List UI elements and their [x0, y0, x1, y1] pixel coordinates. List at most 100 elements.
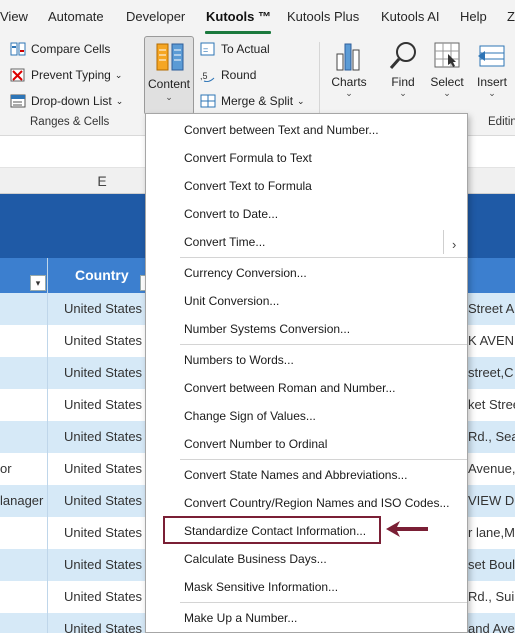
- group-label-editing: Editin: [488, 116, 515, 128]
- prevent-typing-button[interactable]: Prevent Typing ⌄: [10, 68, 122, 82]
- cell-address[interactable]: Rd., Sui: [468, 589, 514, 604]
- find-label: Find: [391, 75, 415, 89]
- ribbon-tab-bar: View Automate Developer Kutools ™ Kutool…: [0, 0, 515, 36]
- cell-country[interactable]: United States: [64, 429, 142, 444]
- menu-item-business-days[interactable]: Calculate Business Days...: [184, 552, 327, 566]
- charts-button[interactable]: Charts ⌄: [330, 40, 368, 99]
- to-actual-button[interactable]: = To Actual: [200, 42, 270, 56]
- round-label: Round: [221, 68, 257, 82]
- search-icon: [389, 42, 416, 69]
- cell-country[interactable]: United States: [64, 589, 142, 604]
- chevron-down-icon: ⌄: [488, 88, 496, 98]
- cell-country[interactable]: United States: [64, 525, 142, 540]
- content-button[interactable]: Content ⌄: [144, 36, 194, 115]
- cell-country[interactable]: United States: [64, 333, 142, 348]
- to-actual-icon: =: [200, 42, 216, 56]
- charts-label: Charts: [331, 75, 367, 89]
- bar-chart-icon: [336, 43, 360, 71]
- cell-country[interactable]: United States: [64, 397, 142, 412]
- cell-address[interactable]: Street A: [468, 301, 514, 316]
- menu-item-number-systems-conversion[interactable]: Number Systems Conversion...: [184, 322, 350, 336]
- menu-item-country-region-iso[interactable]: Convert Country/Region Names and ISO Cod…: [184, 496, 449, 510]
- column-header-e[interactable]: E: [47, 168, 157, 194]
- annotation-arrow-icon: [386, 521, 428, 537]
- menu-separator: [180, 459, 467, 460]
- dropdown-list-button[interactable]: Drop-down List ⌄: [10, 94, 123, 108]
- menu-item-mask-sensitive[interactable]: Mask Sensitive Information...: [184, 580, 338, 594]
- group-label-ranges-cells: Ranges & Cells: [30, 116, 110, 128]
- prevent-typing-label: Prevent Typing: [31, 68, 111, 82]
- dropdown-list-icon: [10, 94, 26, 108]
- chevron-down-icon: ⌄: [297, 95, 305, 106]
- cell-country[interactable]: United States: [64, 461, 142, 476]
- tab-overflow[interactable]: Z: [507, 9, 515, 24]
- dropdown-list-label: Drop-down List: [31, 94, 112, 108]
- tab-kutools-ai[interactable]: Kutools AI: [381, 9, 440, 24]
- tab-view[interactable]: View: [0, 9, 28, 24]
- chevron-down-icon: ⌄: [443, 88, 451, 98]
- cell-address[interactable]: street,C: [468, 365, 514, 380]
- cell-left[interactable]: or: [0, 461, 12, 476]
- merge-split-button[interactable]: Merge & Split ⌄: [200, 94, 305, 108]
- chevron-right-icon[interactable]: ›: [452, 237, 456, 252]
- content-dropdown-menu: Convert between Text and Number... Conve…: [145, 113, 468, 633]
- cell-address[interactable]: VIEW D: [468, 493, 514, 508]
- insert-label: Insert: [476, 75, 507, 89]
- content-icon: [156, 43, 184, 71]
- cell-country[interactable]: United States: [64, 493, 142, 508]
- menu-item-convert-text-number[interactable]: Convert between Text and Number...: [184, 123, 379, 137]
- cell-address[interactable]: K AVENU: [468, 333, 515, 348]
- find-button[interactable]: Find ⌄: [386, 40, 420, 99]
- menu-item-convert-time[interactable]: Convert Time...: [184, 235, 265, 249]
- menu-item-roman-number[interactable]: Convert between Roman and Number...: [184, 381, 395, 395]
- tab-help[interactable]: Help: [460, 9, 487, 24]
- chevron-down-icon: ⌄: [345, 88, 353, 98]
- cell-address[interactable]: set Boule: [468, 557, 515, 572]
- compare-cells-icon: [10, 42, 26, 56]
- cell-address[interactable]: Avenue,: [468, 461, 515, 476]
- insert-icon: [478, 45, 505, 67]
- tab-kutools-plus[interactable]: Kutools Plus: [287, 9, 359, 24]
- content-label: Content: [147, 77, 191, 91]
- cell-country[interactable]: United States: [64, 557, 142, 572]
- submenu-divider: [443, 230, 444, 254]
- tab-automate[interactable]: Automate: [48, 9, 104, 24]
- select-button[interactable]: Select ⌄: [428, 40, 466, 99]
- compare-cells-button[interactable]: Compare Cells: [10, 42, 110, 56]
- menu-separator: [180, 344, 467, 345]
- round-button[interactable]: ,5 Round: [200, 68, 257, 83]
- menu-separator: [180, 257, 467, 258]
- header-country[interactable]: Country: [75, 267, 129, 283]
- menu-item-convert-formula-to-text[interactable]: Convert Formula to Text: [184, 151, 312, 165]
- menu-item-unit-conversion[interactable]: Unit Conversion...: [184, 294, 279, 308]
- cell-address[interactable]: Rd., Sea: [468, 429, 515, 444]
- menu-item-convert-to-date[interactable]: Convert to Date...: [184, 207, 278, 221]
- to-actual-label: To Actual: [221, 42, 270, 56]
- prevent-typing-icon: [10, 68, 26, 82]
- cell-address[interactable]: and Ave: [468, 621, 515, 633]
- cell-address[interactable]: r lane,Mi: [468, 525, 515, 540]
- column-divider: [47, 258, 48, 633]
- menu-item-standardize-contact[interactable]: Standardize Contact Information...: [184, 524, 366, 538]
- tab-developer[interactable]: Developer: [126, 9, 185, 24]
- insert-button[interactable]: Insert ⌄: [474, 40, 510, 99]
- cell-country[interactable]: United States: [64, 365, 142, 380]
- menu-item-number-to-ordinal[interactable]: Convert Number to Ordinal: [184, 437, 327, 451]
- cell-country[interactable]: United States: [64, 621, 142, 633]
- cell-country[interactable]: United States: [64, 301, 142, 316]
- menu-item-make-up-number[interactable]: Make Up a Number...: [184, 611, 297, 625]
- chevron-down-icon: ⌄: [165, 92, 173, 102]
- menu-item-numbers-to-words[interactable]: Numbers to Words...: [184, 353, 294, 367]
- menu-item-currency-conversion[interactable]: Currency Conversion...: [184, 266, 307, 280]
- cell-address[interactable]: ket Stree: [468, 397, 515, 412]
- filter-dropdown-button[interactable]: ▾: [30, 275, 46, 291]
- merge-split-icon: [200, 94, 216, 108]
- menu-item-change-sign[interactable]: Change Sign of Values...: [184, 409, 316, 423]
- round-icon: ,5: [200, 68, 216, 83]
- tab-kutools[interactable]: Kutools ™: [206, 9, 271, 24]
- menu-item-convert-text-to-formula[interactable]: Convert Text to Formula: [184, 179, 312, 193]
- chevron-down-icon: ⌄: [114, 69, 123, 80]
- menu-item-state-names[interactable]: Convert State Names and Abbreviations...: [184, 468, 407, 482]
- cell-left[interactable]: lanager: [0, 493, 43, 508]
- chevron-down-icon: ⌄: [399, 88, 407, 98]
